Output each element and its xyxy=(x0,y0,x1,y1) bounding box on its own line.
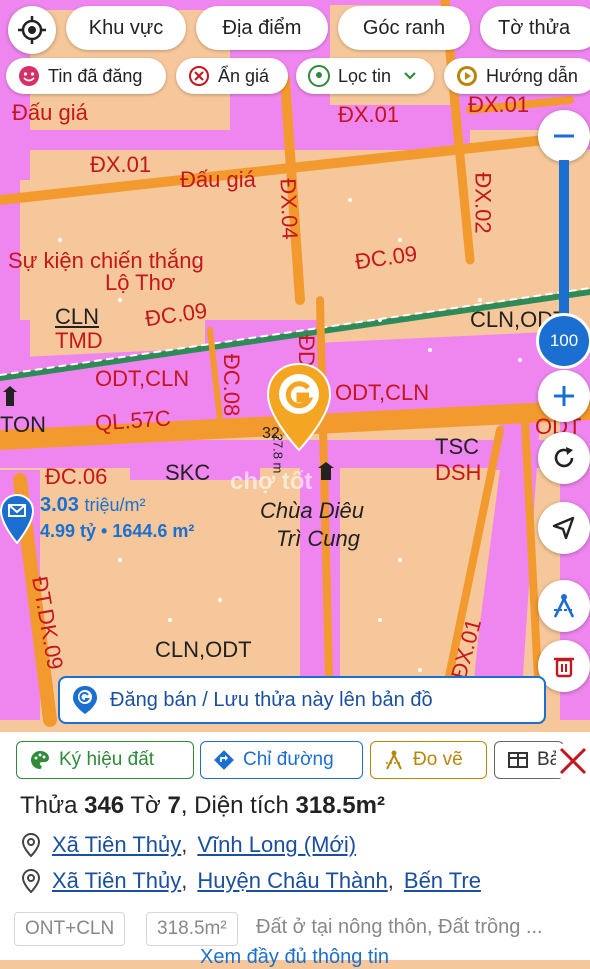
map-label: ODT,CLN xyxy=(95,366,190,391)
map-label: SKC xyxy=(165,460,211,485)
post-to-map-button[interactable]: Đăng bán / Lưu thửa này lên bản đồ xyxy=(58,676,546,724)
close-icon xyxy=(559,747,587,775)
address-province-link[interactable]: Bến Tre xyxy=(404,868,481,894)
map-label: ĐC.08 xyxy=(219,353,245,417)
map-label: ODT,CLN xyxy=(335,380,430,405)
address-district-link[interactable]: Huyện Châu Thành xyxy=(197,868,387,894)
zoom-slider-track[interactable] xyxy=(559,160,569,330)
refresh-button[interactable] xyxy=(538,432,590,484)
map-label: TSC xyxy=(435,434,479,459)
view-full-info-link[interactable]: Xem đầy đủ thông tin xyxy=(200,946,389,969)
measure-button[interactable] xyxy=(538,580,590,632)
chip-label: Hướng dẫn xyxy=(486,65,578,86)
close-panel-button[interactable] xyxy=(556,744,590,778)
price-per-m2[interactable]: 3.03 triệu/m² xyxy=(40,494,146,517)
smiley-icon xyxy=(18,65,40,87)
chip-huong-dan[interactable]: Hướng dẫn xyxy=(444,58,590,94)
location-pin-icon xyxy=(20,833,42,857)
tab-bang[interactable]: Bả xyxy=(494,741,564,779)
compass-draw-icon xyxy=(553,594,575,618)
map-label: TON xyxy=(0,412,47,437)
land-area-tag: 318.5m² xyxy=(146,912,238,946)
map-label: Lộ Thơ xyxy=(105,270,176,295)
map-label: ĐX.01 xyxy=(468,92,530,117)
compass-draw-icon xyxy=(383,749,405,771)
map-label: Đấu giá xyxy=(180,167,256,192)
map-label: CLN xyxy=(55,304,100,329)
chip-khu-vuc[interactable]: Khu vực xyxy=(66,6,186,50)
plus-icon xyxy=(554,386,574,406)
navigate-button[interactable] xyxy=(538,502,590,554)
chevron-down-icon xyxy=(399,65,421,87)
address-province-link[interactable]: Vĩnh Long (Mới) xyxy=(197,832,356,858)
area-label: Diện tích xyxy=(194,792,289,819)
map-label: Chùa Diêu xyxy=(260,498,364,523)
price-value: 3.03 xyxy=(40,494,79,516)
land-description: Đất ở tại nông thôn, Đất trồng ... xyxy=(256,916,543,938)
map-pin-icon xyxy=(308,65,330,87)
price-unit: triệu/m² xyxy=(84,495,146,515)
map-label: CLN,ODT xyxy=(155,637,252,662)
trash-icon xyxy=(554,657,574,678)
tab-do-ve[interactable]: Đo vẽ xyxy=(370,741,487,779)
to-number: 7 xyxy=(167,792,181,819)
map-label: TMD xyxy=(55,328,103,353)
tab-label: Chỉ đường xyxy=(243,749,334,770)
chip-an-gia[interactable]: Ẩn giá xyxy=(176,58,288,94)
building-icon xyxy=(3,386,17,406)
chip-label: Ẩn giá xyxy=(218,65,270,86)
refresh-icon xyxy=(554,447,574,468)
map-label: Đấu giá xyxy=(12,100,88,125)
map-label: Trì Cung xyxy=(276,526,360,551)
zoom-in-button[interactable] xyxy=(538,370,590,422)
price-marker-icon[interactable] xyxy=(0,493,35,545)
zoom-slider-handle[interactable]: 100 xyxy=(536,313,590,369)
table-icon xyxy=(507,749,529,771)
chip-tin-da-dang[interactable]: Tin đã đăng xyxy=(6,58,166,94)
address-new: Xã Tiên Thủy, Vĩnh Long (Mới) xyxy=(20,832,356,858)
zoom-out-button[interactable] xyxy=(538,110,590,162)
map-label: ĐX.04 xyxy=(275,177,303,240)
thua-label: Thửa xyxy=(20,792,78,819)
navigation-arrow-icon xyxy=(552,516,575,540)
chip-label: Lọc tin xyxy=(338,65,392,86)
location-pin-icon xyxy=(20,869,42,893)
area-value: 318.5m² xyxy=(295,792,385,819)
temple-icon xyxy=(318,462,334,480)
thua-number: 346 xyxy=(84,792,125,819)
price-detail: 4.99 tỷ • 1644.6 m² xyxy=(40,521,195,541)
map-label: ĐC.06 xyxy=(45,464,108,489)
map-label: QL.57C xyxy=(94,405,172,436)
close-circle-icon xyxy=(188,65,210,87)
chip-goc-ranh[interactable]: Góc ranh xyxy=(338,6,470,50)
map-label: ĐX.01 xyxy=(338,102,400,127)
watermark: chợ tốt xyxy=(230,468,313,495)
crosshair-icon xyxy=(18,16,46,44)
map-label: DSH xyxy=(435,460,482,485)
post-banner-label: Đăng bán / Lưu thửa này lên bản đồ xyxy=(110,688,433,711)
chip-label: Tin đã đăng xyxy=(48,65,143,86)
land-type-tag: ONT+CLN xyxy=(14,912,126,946)
tab-ky-hieu-dat[interactable]: Ký hiệu đất xyxy=(16,741,194,779)
address-commune-link[interactable]: Xã Tiên Thủy xyxy=(52,868,181,894)
directions-icon xyxy=(213,749,235,771)
tab-label: Ký hiệu đất xyxy=(59,749,155,770)
my-location-button[interactable] xyxy=(8,6,56,54)
chip-dia-diem[interactable]: Địa điểm xyxy=(196,6,328,50)
map-label: ĐX.01 xyxy=(90,152,152,177)
play-icon xyxy=(456,65,478,87)
tab-label: Đo vẽ xyxy=(413,749,463,770)
palette-icon xyxy=(29,749,51,771)
chip-to-thua[interactable]: Tờ thửa xyxy=(480,6,590,50)
to-label: Tờ xyxy=(130,792,161,819)
minus-icon xyxy=(554,134,574,138)
logo-pin-icon xyxy=(72,686,98,714)
location-pin-icon[interactable] xyxy=(266,362,332,452)
parcel-title: Thửa 346 Tờ 7, Diện tích 318.5m² xyxy=(20,792,385,819)
map-label: ĐX.02 xyxy=(470,172,496,234)
address-commune-link[interactable]: Xã Tiên Thủy xyxy=(52,832,181,858)
tab-chi-duong[interactable]: Chỉ đường xyxy=(200,741,363,779)
chip-loc-tin[interactable]: Lọc tin xyxy=(296,58,434,94)
address-old: Xã Tiên Thủy, Huyện Châu Thành, Bến Tre xyxy=(20,868,481,894)
